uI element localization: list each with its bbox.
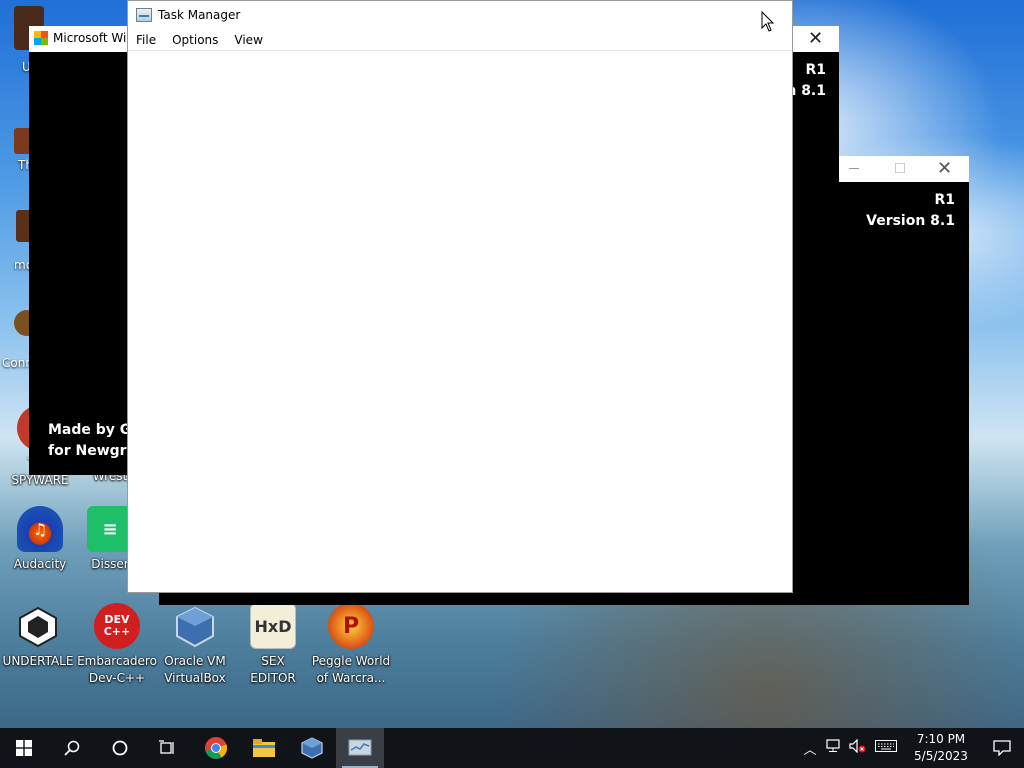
mouse-cursor-icon xyxy=(761,11,775,32)
windows-flag-icon xyxy=(34,31,48,45)
close-icon[interactable]: ✕ xyxy=(937,158,952,179)
task-manager-icon xyxy=(348,739,372,756)
background-window-1-title: Microsoft Wi xyxy=(34,31,126,45)
cortana-icon xyxy=(112,740,128,756)
speaker-muted-icon[interactable] xyxy=(846,738,870,757)
devcpp-icon: DEV C++ xyxy=(94,603,140,649)
desktop-icon-sex-editor[interactable]: HxD SEX EDITOR xyxy=(233,603,313,687)
folder-icon xyxy=(253,739,275,757)
start-button[interactable] xyxy=(0,728,48,768)
task-manager-titlebar[interactable]: Task Manager xyxy=(136,8,240,22)
desktop-icon-label: Audacity xyxy=(13,557,67,571)
desktop-icon-label: Peggle World of Warcra... xyxy=(311,654,391,685)
task-manager-icon xyxy=(136,8,152,22)
taskbar-virtualbox[interactable] xyxy=(288,728,336,768)
maximize-icon[interactable] xyxy=(895,163,905,173)
close-icon[interactable]: ✕ xyxy=(808,28,823,49)
chrome-icon xyxy=(205,737,228,759)
desktop-icon-virtualbox[interactable]: Oracle VM VirtualBox xyxy=(155,603,235,687)
headphones-icon: ♫ xyxy=(17,506,63,552)
peggle-icon: P xyxy=(328,603,374,649)
taskbar: ︿ 7:10 PM 5/5/2023 xyxy=(0,728,1024,768)
windows-logo-icon xyxy=(16,740,32,756)
action-center-button[interactable] xyxy=(980,728,1024,768)
virtualbox-icon xyxy=(172,603,218,649)
task-manager-title: Task Manager xyxy=(158,8,241,22)
minimize-icon[interactable] xyxy=(849,168,859,169)
hxd-icon: HxD xyxy=(250,603,296,649)
menu-file[interactable]: File xyxy=(128,31,164,50)
desktop-icon-label: SEX EDITOR xyxy=(250,654,296,685)
task-view-button[interactable] xyxy=(144,728,192,768)
chevron-up-icon[interactable]: ︿ xyxy=(798,739,822,758)
clock-date: 5/5/2023 xyxy=(914,749,968,763)
desktop: U Th mo Conn THE SPYWARE Wrest ♫ Audacit… xyxy=(0,0,1024,728)
network-icon[interactable] xyxy=(822,739,846,757)
background-window-2-release: R1 xyxy=(934,192,955,208)
menu-view[interactable]: View xyxy=(226,31,270,50)
unity-icon xyxy=(15,603,61,649)
notification-icon xyxy=(993,740,1011,756)
virtualbox-icon xyxy=(301,737,323,759)
cortana-button[interactable] xyxy=(96,728,144,768)
taskbar-chrome[interactable] xyxy=(192,728,240,768)
background-window-2-version: Version 8.1 xyxy=(866,213,955,229)
search-button[interactable] xyxy=(48,728,96,768)
desktop-icon-audacity[interactable]: ♫ Audacity xyxy=(0,506,80,573)
clock-time: 7:10 PM xyxy=(916,732,966,746)
desktop-icon-label: Oracle VM VirtualBox xyxy=(164,654,226,685)
menu-options[interactable]: Options xyxy=(164,31,226,50)
taskbar-task-manager[interactable] xyxy=(336,728,384,768)
task-view-icon xyxy=(159,740,174,754)
taskbar-file-explorer[interactable] xyxy=(240,728,288,768)
desktop-icon-label: UNDERTALE xyxy=(2,654,74,668)
search-icon xyxy=(64,740,80,756)
task-manager-menubar: File Options View xyxy=(128,31,792,51)
desktop-icon-devcpp[interactable]: DEV C++ Embarcadero Dev-C++ xyxy=(77,603,157,687)
keyboard-icon[interactable] xyxy=(870,740,902,756)
taskbar-clock[interactable]: 7:10 PM 5/5/2023 xyxy=(902,731,980,765)
system-tray: ︿ 7:10 PM 5/5/2023 xyxy=(798,728,1024,768)
desktop-icon-peggle[interactable]: P Peggle World of Warcra... xyxy=(311,603,391,687)
task-manager-window[interactable]: Task Manager File Options View xyxy=(127,0,793,593)
desktop-icon-undertale[interactable]: UNDERTALE xyxy=(0,603,78,670)
desktop-icon-label: Embarcadero Dev-C++ xyxy=(77,654,157,685)
